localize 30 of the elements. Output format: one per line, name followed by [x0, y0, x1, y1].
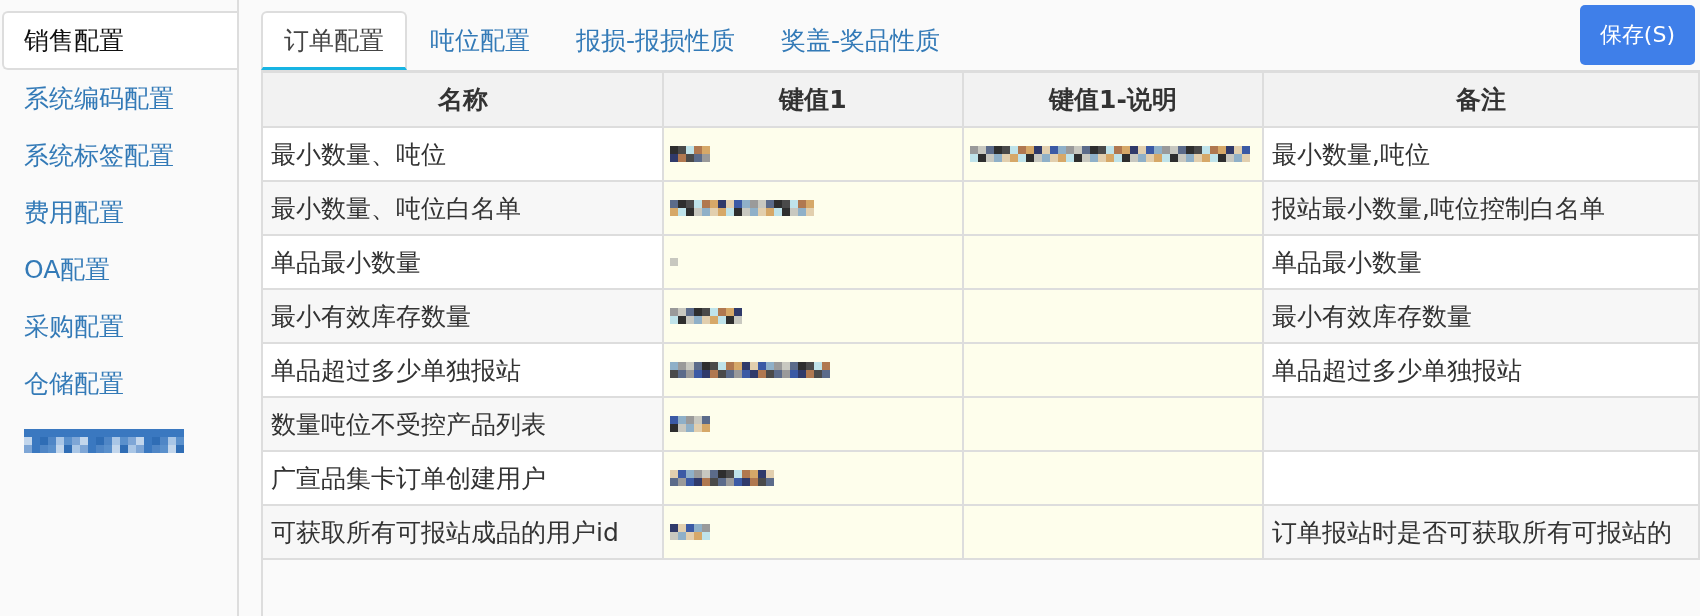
table-cell: 报站最小数量,吨位控制白名单	[1263, 181, 1699, 235]
column-header: 备注	[1263, 73, 1699, 127]
sidebar-item[interactable]: 系统标签配置	[2, 127, 237, 184]
table-cell: 单品最小数量	[263, 235, 663, 289]
sidebar-item[interactable]: 费用配置	[2, 184, 237, 241]
table-cell: 最小有效库存数量	[1263, 289, 1699, 343]
sidebar-item[interactable]: 销售配置	[2, 11, 237, 70]
sidebar-item[interactable]: 采购配置	[2, 298, 237, 355]
table-cell: 可获取所有可报站成品的用户id	[263, 505, 663, 559]
column-header: 键值1-说明	[963, 73, 1263, 127]
table-cell: 最小数量、吨位	[263, 127, 663, 181]
table-cell: 单品超过多少单独报站	[263, 343, 663, 397]
tab[interactable]: 吨位配置	[407, 11, 553, 70]
sidebar-item[interactable]: 仓储配置	[2, 355, 237, 412]
table-cell: 单品最小数量	[1263, 235, 1699, 289]
save-button[interactable]: 保存(S)	[1579, 5, 1695, 65]
table-cell: 订单报站时是否可获取所有可报站的	[1263, 505, 1699, 559]
sidebar-item[interactable]: OA配置	[2, 241, 237, 298]
table-cell: 单品超过多少单独报站	[1263, 343, 1699, 397]
column-header: 键值1	[663, 73, 963, 127]
table-cell: 数量吨位不受控产品列表	[263, 397, 663, 451]
tab[interactable]: 奖盖-奖品性质	[758, 11, 964, 70]
table-cell: 广宣品集卡订单创建用户	[263, 451, 663, 505]
table-cell: 最小有效库存数量	[263, 289, 663, 343]
tab[interactable]: 订单配置	[261, 11, 407, 70]
table-cell: 最小数量、吨位白名单	[263, 181, 663, 235]
table-cell: 最小数量,吨位	[1263, 127, 1699, 181]
tab[interactable]: 报损-报损性质	[553, 11, 759, 70]
sidebar-item[interactable]: 系统编码配置	[2, 70, 237, 127]
column-header: 名称	[263, 73, 663, 127]
